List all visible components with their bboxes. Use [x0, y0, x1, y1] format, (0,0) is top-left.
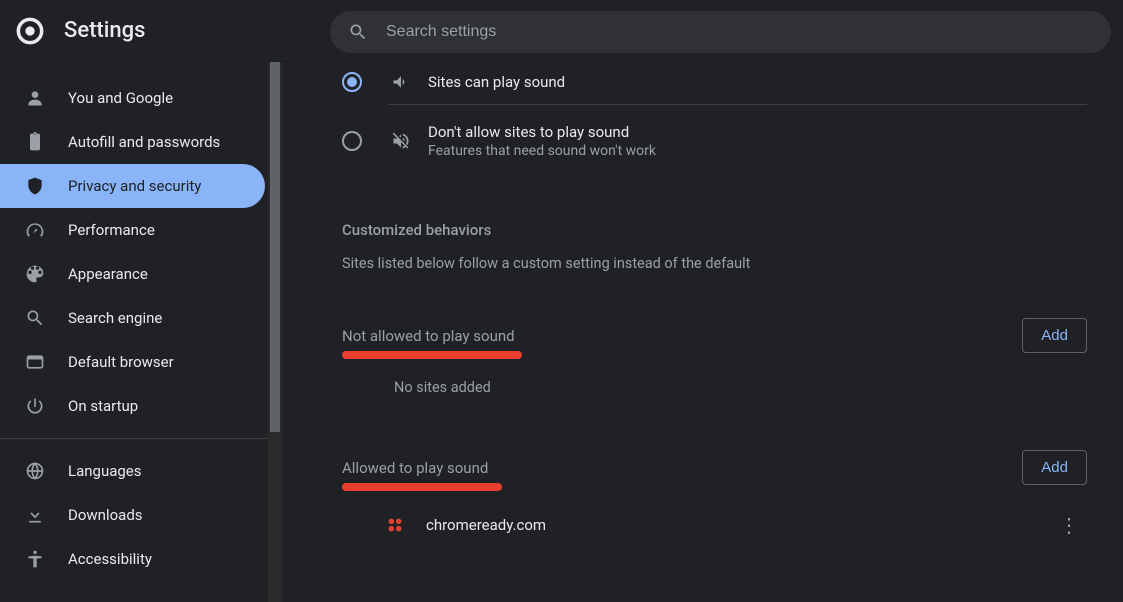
chrome-logo-icon: [16, 17, 44, 45]
sidebar-item-label: You and Google: [68, 89, 173, 107]
sidebar-item-default-browser[interactable]: Default browser: [0, 340, 265, 384]
volume-icon: [390, 72, 412, 92]
site-name: chromeready.com: [426, 516, 546, 534]
download-icon: [24, 504, 46, 526]
search-icon: [348, 22, 368, 42]
radio-label: Sites can play sound: [428, 73, 565, 91]
allowed-header: Allowed to play sound Add: [342, 450, 1087, 485]
accessibility-icon: [24, 548, 46, 570]
radio-label: Don't allow sites to play sound: [428, 123, 656, 141]
sidebar-item-label: Performance: [68, 221, 155, 239]
sidebar-item-you-google[interactable]: You and Google: [0, 76, 265, 120]
site-favicon-icon: [384, 514, 406, 536]
no-sites-text: No sites added: [342, 379, 1087, 396]
add-allowed-button[interactable]: Add: [1022, 450, 1087, 485]
customized-behaviors-heading: Customized behaviors: [342, 221, 1087, 239]
page-title: Settings: [64, 18, 145, 43]
sidebar-item-languages[interactable]: Languages: [0, 449, 265, 493]
sidebar-item-label: Search engine: [68, 309, 162, 327]
not-allowed-label: Not allowed to play sound: [342, 327, 515, 345]
sidebar-item-downloads[interactable]: Downloads: [0, 493, 265, 537]
volume-off-icon: [390, 131, 412, 151]
sidebar-item-autofill[interactable]: Autofill and passwords: [0, 120, 265, 164]
sidebar-item-startup[interactable]: On startup: [0, 384, 265, 428]
radio-selected-icon[interactable]: [342, 72, 362, 92]
annotation-underline: [342, 483, 502, 491]
speed-icon: [24, 219, 46, 241]
sidebar-item-accessibility[interactable]: Accessibility: [0, 537, 265, 581]
radio-block-sound[interactable]: Don't allow sites to play sound Features…: [342, 105, 1087, 177]
allowed-label: Allowed to play sound: [342, 459, 488, 477]
radio-allow-sound[interactable]: Sites can play sound: [342, 62, 1087, 104]
sidebar-scrollbar-track[interactable]: [268, 62, 282, 602]
clipboard-icon: [24, 131, 46, 153]
sidebar-item-label: Autofill and passwords: [68, 133, 220, 151]
sidebar: You and Google Autofill and passwords Pr…: [0, 62, 280, 602]
not-allowed-header: Not allowed to play sound Add: [342, 318, 1087, 353]
add-not-allowed-button[interactable]: Add: [1022, 318, 1087, 353]
globe-icon: [24, 460, 46, 482]
sidebar-item-label: Default browser: [68, 353, 174, 371]
sidebar-item-label: Accessibility: [68, 550, 152, 568]
allowed-site-row[interactable]: chromeready.com ⋮: [342, 509, 1087, 541]
sidebar-item-search-engine[interactable]: Search engine: [0, 296, 265, 340]
search-icon: [24, 307, 46, 329]
search-input[interactable]: [386, 23, 1093, 41]
search-settings-bar[interactable]: [330, 11, 1111, 53]
sidebar-item-appearance[interactable]: Appearance: [0, 252, 265, 296]
more-actions-icon[interactable]: ⋮: [1051, 509, 1087, 541]
power-icon: [24, 395, 46, 417]
sidebar-item-label: Languages: [68, 462, 142, 480]
radio-description: Features that need sound won't work: [428, 143, 656, 159]
radio-unselected-icon[interactable]: [342, 131, 362, 151]
sidebar-item-label: Privacy and security: [68, 177, 201, 195]
sidebar-item-label: Appearance: [68, 265, 148, 283]
shield-icon: [24, 175, 46, 197]
divider: [0, 438, 279, 439]
annotation-underline: [342, 351, 522, 359]
palette-icon: [24, 263, 46, 285]
sidebar-item-label: On startup: [68, 397, 138, 415]
sidebar-item-performance[interactable]: Performance: [0, 208, 265, 252]
sidebar-item-privacy[interactable]: Privacy and security: [0, 164, 265, 208]
sidebar-item-label: Downloads: [68, 506, 143, 524]
sidebar-scrollbar-thumb[interactable]: [270, 62, 280, 432]
main-content: Sites can play sound Don't allow sites t…: [282, 62, 1123, 602]
person-icon: [24, 87, 46, 109]
browser-icon: [24, 351, 46, 373]
header: Settings: [0, 0, 1123, 62]
customized-behaviors-desc: Sites listed below follow a custom setti…: [342, 255, 1087, 272]
